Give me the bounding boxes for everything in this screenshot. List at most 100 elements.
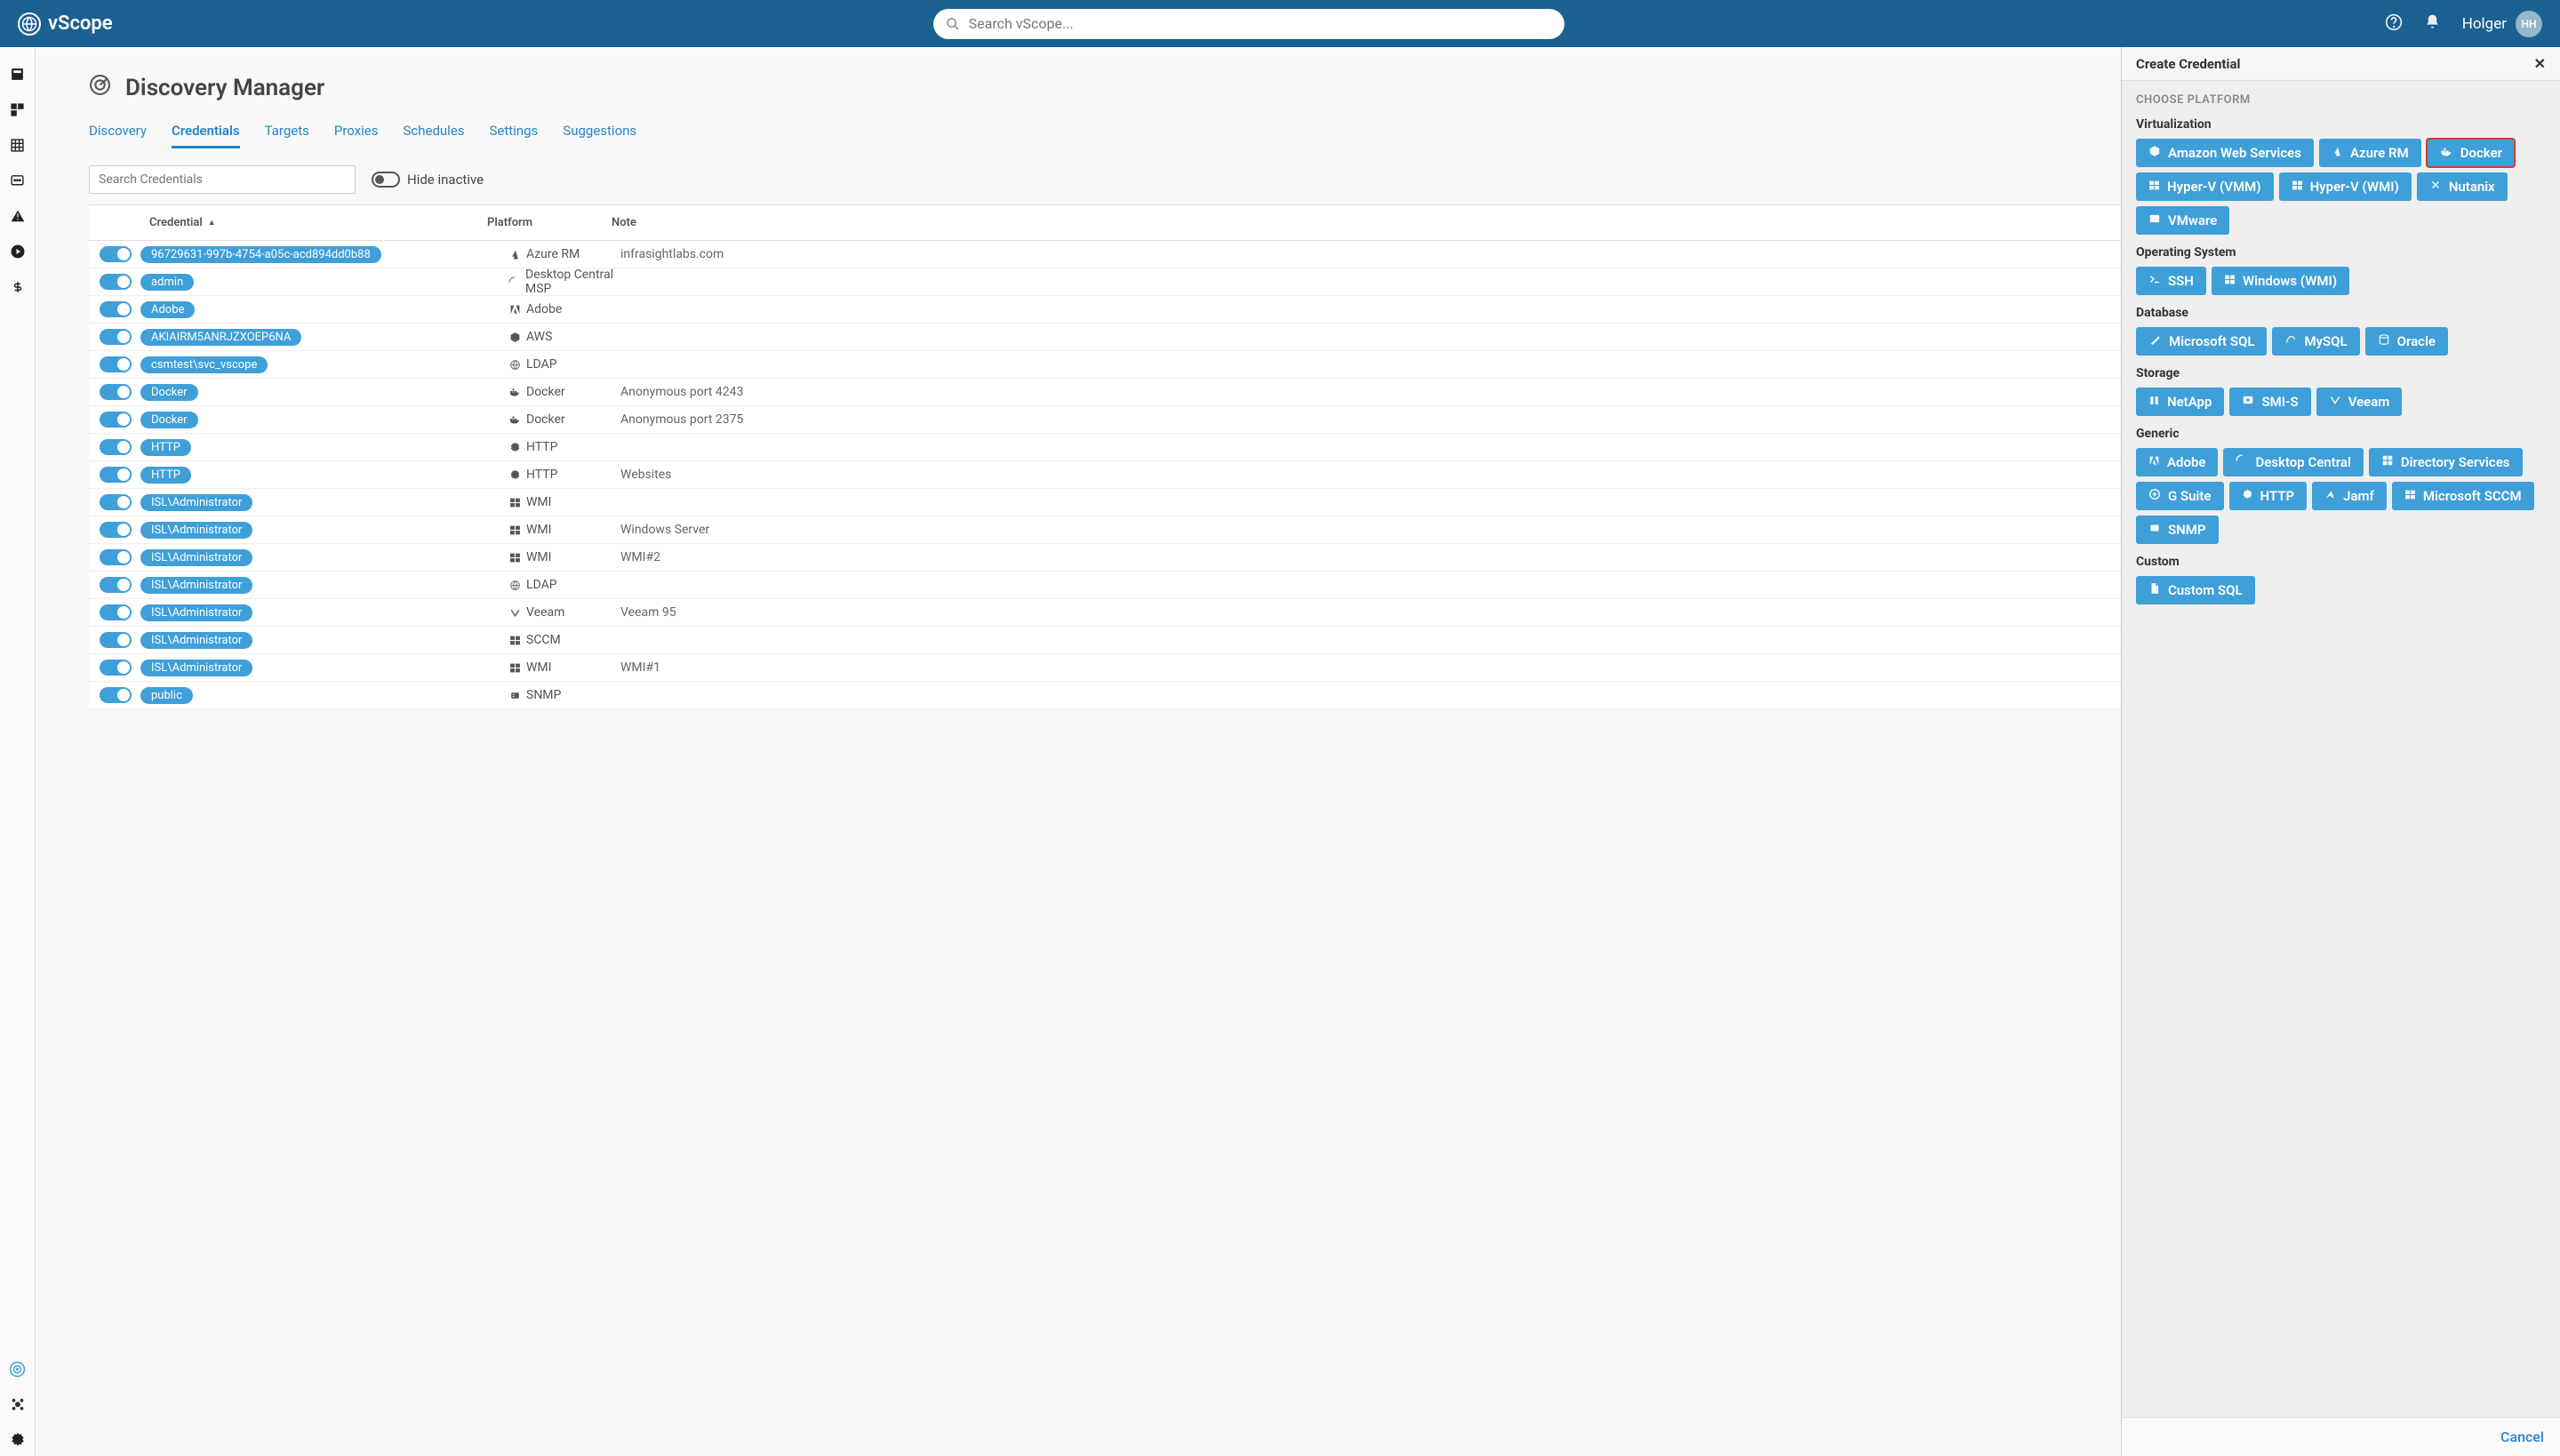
top-nav: vScope Holger HH — [0, 0, 2560, 47]
tab-credentials[interactable]: Credentials — [172, 119, 240, 148]
platform-chip-desktop-central[interactable]: Desktop Central — [2223, 448, 2363, 476]
active-toggle[interactable] — [100, 384, 132, 400]
platform-chip-netapp[interactable]: NetApp — [2136, 388, 2224, 416]
active-toggle[interactable] — [100, 412, 132, 428]
tab-discovery[interactable]: Discovery — [89, 119, 147, 148]
platform-chip-hyper-v-wmi-[interactable]: Hyper-V (WMI) — [2279, 172, 2412, 201]
platform-chip-amazon-web-services[interactable]: Amazon Web Services — [2136, 139, 2314, 167]
nav-chat-icon[interactable] — [0, 164, 36, 196]
platform-chip-hyper-v-vmm-[interactable]: Hyper-V (VMM) — [2136, 172, 2274, 201]
platform-chip-nutanix[interactable]: Nutanix — [2417, 172, 2508, 201]
platform-icon — [508, 496, 521, 508]
chip-icon — [2242, 394, 2254, 410]
platform-name: WMI — [526, 660, 551, 675]
active-toggle[interactable] — [100, 577, 132, 593]
chip-icon — [2148, 488, 2161, 504]
platform-chip-smi-s[interactable]: SMI-S — [2229, 388, 2310, 416]
chip-label: Microsoft SCCM — [2423, 488, 2522, 504]
nav-discovery-icon[interactable] — [0, 1353, 36, 1385]
platform-chip-adobe[interactable]: Adobe — [2136, 448, 2218, 476]
help-icon[interactable] — [2385, 13, 2403, 35]
chip-icon — [2148, 273, 2161, 289]
tab-schedules[interactable]: Schedules — [403, 119, 464, 148]
platform-chip-veeam[interactable]: Veeam — [2316, 388, 2403, 416]
active-toggle[interactable] — [100, 660, 132, 676]
platform-chip-snmp[interactable]: SNMP — [2136, 516, 2219, 544]
platform-name: Azure RM — [526, 247, 580, 261]
platform-name: HTTP — [526, 440, 557, 454]
platform-chip-windows-wmi-[interactable]: Windows (WMI) — [2212, 267, 2349, 295]
active-toggle[interactable] — [100, 522, 132, 538]
close-icon[interactable]: ✕ — [2534, 55, 2546, 72]
active-toggle[interactable] — [100, 687, 132, 703]
platform-icon — [508, 661, 521, 674]
active-toggle[interactable] — [100, 604, 132, 620]
chip-label: Nutanix — [2449, 179, 2495, 195]
tab-settings[interactable]: Settings — [490, 119, 539, 148]
chip-label: SNMP — [2168, 522, 2206, 538]
chip-icon — [2148, 522, 2161, 538]
nav-integrations-icon[interactable] — [0, 1388, 36, 1420]
active-toggle[interactable] — [100, 549, 132, 565]
active-toggle[interactable] — [100, 467, 132, 483]
nav-play-icon[interactable] — [0, 236, 36, 268]
col-credential[interactable]: Credential ▲ — [149, 216, 487, 229]
credential-name: AKIAIRM5ANRJZXOEP6NA — [140, 329, 301, 346]
nav-billing-icon[interactable] — [0, 271, 36, 303]
tab-proxies[interactable]: Proxies — [334, 119, 379, 148]
chip-label: MySQL — [2304, 333, 2347, 349]
credential-name: ISL\Administrator — [140, 522, 252, 539]
nav-alert-icon[interactable] — [0, 200, 36, 232]
active-toggle[interactable] — [100, 274, 132, 290]
platform-chip-microsoft-sccm[interactable]: Microsoft SCCM — [2392, 482, 2534, 510]
active-toggle[interactable] — [100, 494, 132, 510]
credential-name: ISL\Administrator — [140, 604, 252, 621]
platform-chip-oracle[interactable]: Oracle — [2365, 327, 2448, 356]
platform-chip-vmware[interactable]: VMware — [2136, 206, 2229, 235]
tab-suggestions[interactable]: Suggestions — [563, 119, 636, 148]
credential-name: ISL\Administrator — [140, 660, 252, 676]
search-input[interactable] — [933, 9, 1564, 39]
active-toggle[interactable] — [100, 439, 132, 455]
nav-table-icon[interactable] — [0, 129, 36, 161]
platform-chip-azure-rm[interactable]: Azure RM — [2319, 139, 2421, 167]
user-menu[interactable]: Holger HH — [2462, 11, 2542, 37]
user-name: Holger — [2462, 15, 2507, 33]
category-title: Generic — [2136, 427, 2546, 441]
credential-name: public — [140, 687, 193, 704]
platform-chip-docker[interactable]: Docker — [2427, 139, 2515, 167]
chip-label: Microsoft SQL — [2169, 333, 2254, 349]
chip-icon — [2242, 489, 2253, 504]
logo[interactable]: vScope — [18, 12, 113, 36]
platform-chip-custom-sql[interactable]: Custom SQL — [2136, 576, 2255, 604]
platform-chip-ssh[interactable]: SSH — [2136, 267, 2206, 295]
credential-name: Docker — [140, 412, 198, 428]
panel-title: Create Credential — [2136, 56, 2240, 72]
platform-chip-microsoft-sql[interactable]: Microsoft SQL — [2136, 327, 2267, 356]
nav-settings-icon[interactable] — [0, 1424, 36, 1456]
platform-chip-g-suite[interactable]: G Suite — [2136, 482, 2224, 510]
active-toggle[interactable] — [100, 246, 132, 262]
platform-chip-jamf[interactable]: Jamf — [2312, 482, 2387, 510]
chip-label: Desktop Central — [2255, 454, 2350, 470]
active-toggle[interactable] — [100, 301, 132, 317]
choose-platform-label: CHOOSE PLATFORM — [2136, 93, 2546, 107]
global-search[interactable] — [933, 9, 1564, 39]
active-toggle[interactable] — [100, 632, 132, 648]
chip-icon — [2439, 146, 2453, 161]
hide-inactive-toggle[interactable]: Hide inactive — [372, 172, 484, 188]
col-platform[interactable]: Platform — [487, 216, 612, 229]
platform-chip-http[interactable]: HTTP — [2229, 482, 2308, 510]
active-toggle[interactable] — [100, 356, 132, 372]
tab-targets[interactable]: Targets — [265, 119, 309, 148]
chip-label: Hyper-V (WMI) — [2310, 179, 2399, 195]
platform-chip-mysql[interactable]: MySQL — [2272, 327, 2359, 356]
platform-chip-directory-services[interactable]: Directory Services — [2369, 448, 2523, 476]
search-credentials-input[interactable] — [89, 165, 356, 194]
chip-icon — [2429, 179, 2442, 195]
bell-icon[interactable] — [2424, 13, 2441, 34]
nav-dashboard-icon[interactable] — [0, 93, 36, 125]
active-toggle[interactable] — [100, 329, 132, 345]
cancel-button[interactable]: Cancel — [2500, 1428, 2544, 1445]
nav-overview-icon[interactable] — [0, 58, 36, 90]
